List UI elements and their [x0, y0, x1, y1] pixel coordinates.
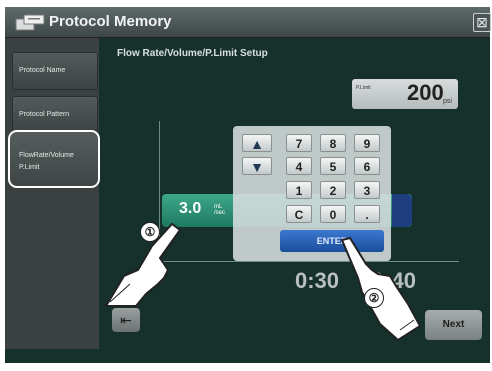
key-1[interactable]: 1: [286, 181, 312, 199]
sidebar-item-protocol-pattern[interactable]: Protocol Pattern: [12, 96, 98, 134]
up-arrow-key[interactable]: ▲: [242, 134, 272, 152]
window-title: Protocol Memory: [49, 13, 172, 30]
sidebar-item-label-line1: FlowRate/Volume: [19, 152, 74, 159]
page-title: Flow Rate/Volume/P.Limit Setup: [117, 48, 268, 59]
flow-rate-unit: mL /sec: [214, 204, 225, 216]
key-8[interactable]: 8: [320, 134, 346, 152]
key-5[interactable]: 5: [320, 157, 346, 175]
pointing-hand-icon: [340, 236, 422, 342]
callout-number-2: ②: [364, 288, 384, 308]
key-2[interactable]: 2: [320, 181, 346, 199]
plimit-unit: psi: [443, 98, 452, 105]
sidebar-item-protocol-name[interactable]: Protocol Name: [12, 52, 98, 90]
volume-bar[interactable]: [392, 194, 412, 227]
plimit-label: P.Limit: [356, 85, 371, 91]
sidebar: Protocol Name Protocol Pattern FlowRate/…: [5, 38, 100, 358]
pointing-hand-callout-2: ②: [336, 234, 426, 344]
key-6[interactable]: 6: [354, 157, 380, 175]
footer-bar: [5, 349, 490, 363]
callout-number-1: ①: [140, 222, 160, 242]
key-clear[interactable]: C: [286, 205, 312, 223]
down-arrow-key[interactable]: ▼: [242, 157, 272, 175]
time-left-readout: 0:30: [295, 268, 340, 293]
key-9[interactable]: 9: [354, 134, 380, 152]
protocol-memory-icon: [15, 14, 45, 31]
title-bar: Protocol Memory ⊠: [5, 7, 491, 38]
plimit-value: 200: [407, 80, 444, 105]
app-window: Protocol Memory ⊠ Protocol Name Protocol…: [5, 7, 491, 363]
next-button[interactable]: Next: [425, 310, 482, 340]
key-0[interactable]: 0: [320, 205, 346, 223]
main-panel: Flow Rate/Volume/P.Limit Setup P.Limit 2…: [102, 38, 490, 349]
sidebar-item-label-line2: P.Limit: [19, 164, 40, 171]
key-decimal[interactable]: .: [354, 205, 380, 223]
key-7[interactable]: 7: [286, 134, 312, 152]
sidebar-item-label: Protocol Pattern: [19, 111, 70, 118]
sidebar-item-flowrate-volume-plimit[interactable]: FlowRate/Volume P.Limit: [8, 130, 100, 188]
key-3[interactable]: 3: [354, 181, 380, 199]
sidebar-item-label: Protocol Name: [19, 67, 66, 74]
flow-unit-bottom: /sec: [214, 210, 226, 216]
pointing-hand-callout-1: ①: [102, 214, 192, 314]
key-4[interactable]: 4: [286, 157, 312, 175]
close-button[interactable]: ⊠: [473, 13, 491, 32]
plimit-field[interactable]: P.Limit 200 psi: [352, 79, 458, 109]
